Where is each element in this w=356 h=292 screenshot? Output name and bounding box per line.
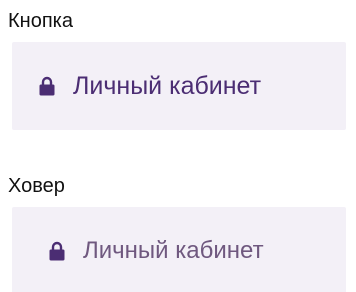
section-label-hover: Ховер — [8, 175, 65, 197]
style-sheet: Кнопка Личный кабинет Ховер Личный кабин… — [0, 0, 356, 292]
personal-account-button-hover[interactable]: Личный кабинет — [12, 207, 346, 292]
section-label-button: Кнопка — [8, 10, 73, 32]
lock-icon — [49, 241, 65, 261]
button-label: Личный кабинет — [83, 237, 264, 264]
lock-icon — [39, 76, 55, 96]
personal-account-button[interactable]: Личный кабинет — [12, 42, 346, 130]
button-label: Личный кабинет — [73, 71, 262, 100]
